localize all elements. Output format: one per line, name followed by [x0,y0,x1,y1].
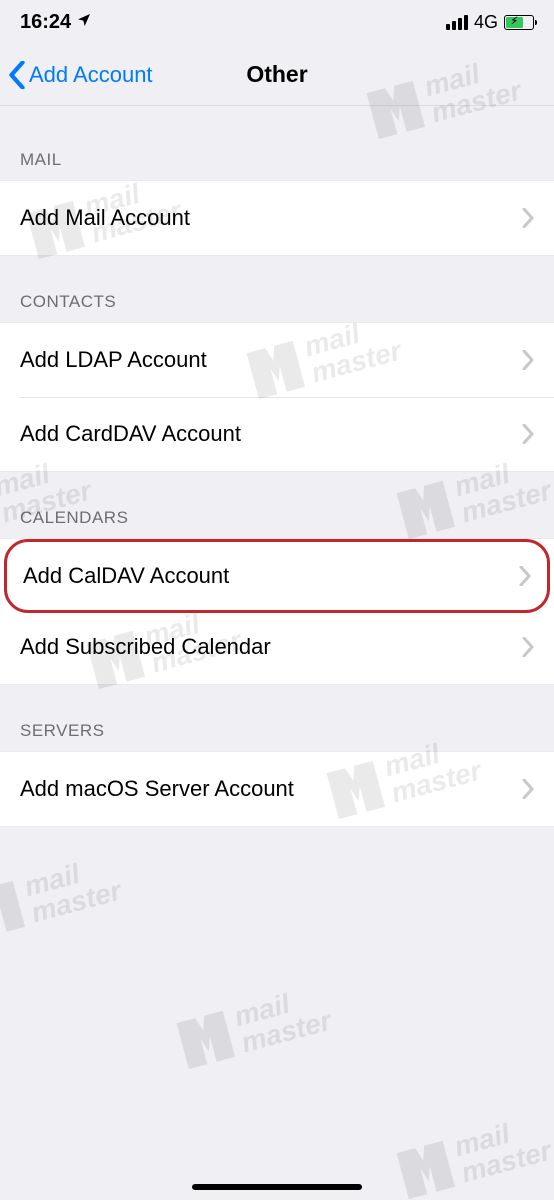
cell-signal-icon [446,15,468,30]
row-label: Add macOS Server Account [20,776,294,802]
page-title: Other [246,61,307,88]
row-label: Add CardDAV Account [20,421,241,447]
list-mail: Add Mail Account [0,180,554,256]
list-contacts: Add LDAP Account Add CardDAV Account [0,322,554,472]
status-bar: 16:24 4G ⚡︎ [0,0,554,44]
row-add-ldap-account[interactable]: Add LDAP Account [0,323,554,397]
list-calendars: Add CalDAV Account Add Subscribed Calend… [0,538,554,685]
row-add-carddav-account[interactable]: Add CardDAV Account [0,397,554,471]
back-button[interactable]: Add Account [0,61,153,89]
chevron-right-icon [522,208,534,228]
row-label: Add Subscribed Calendar [20,634,271,660]
chevron-right-icon [519,566,531,586]
home-indicator[interactable] [192,1184,362,1190]
chevron-right-icon [522,779,534,799]
row-add-caldav-account[interactable]: Add CalDAV Account [4,539,550,613]
row-label: Add Mail Account [20,205,190,231]
row-label: Add CalDAV Account [23,563,229,589]
network-label: 4G [474,12,498,33]
row-add-mail-account[interactable]: Add Mail Account [0,181,554,255]
status-left: 16:24 [20,11,92,34]
section-header-contacts: Contacts [0,256,554,322]
status-time: 16:24 [20,11,71,34]
section-header-mail: Mail [0,106,554,180]
chevron-right-icon [522,424,534,444]
list-servers: Add macOS Server Account [0,751,554,827]
row-add-macos-server-account[interactable]: Add macOS Server Account [0,752,554,826]
nav-bar: Add Account Other [0,44,554,106]
row-label: Add LDAP Account [20,347,207,373]
section-header-servers: Servers [0,685,554,751]
status-right: 4G ⚡︎ [446,12,534,33]
chevron-right-icon [522,637,534,657]
row-add-subscribed-calendar[interactable]: Add Subscribed Calendar [0,610,554,684]
location-icon [76,12,92,33]
battery-icon: ⚡︎ [504,15,534,30]
section-header-calendars: Calendars [0,472,554,538]
chevron-left-icon [8,61,26,89]
back-label: Add Account [29,62,153,88]
chevron-right-icon [522,350,534,370]
